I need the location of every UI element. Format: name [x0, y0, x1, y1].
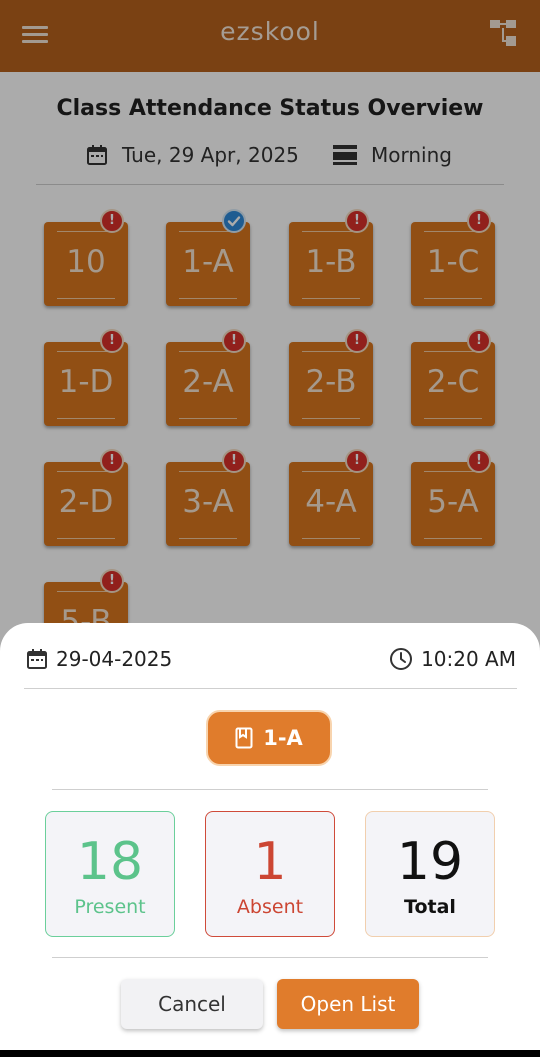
open-list-button[interactable]: Open List: [277, 979, 419, 1029]
sheet-divider-bottom: [52, 957, 488, 958]
calendar-icon: [26, 648, 48, 670]
absent-label: Absent: [236, 896, 304, 918]
class-chip: 1-A: [206, 710, 332, 766]
total-count: 19: [396, 832, 464, 892]
sheet-divider-mid: [52, 789, 488, 790]
sheet-date: 29-04-2025: [26, 647, 172, 671]
present-label: Present: [74, 896, 146, 918]
sheet-divider-top: [24, 688, 517, 689]
sheet-date-text: 29-04-2025: [56, 647, 173, 671]
sheet-time-text: 10:20 AM: [421, 647, 516, 671]
clock-icon: [389, 647, 413, 671]
total-label: Total: [404, 896, 456, 918]
sheet-time: 10:20 AM: [389, 647, 516, 671]
cancel-button[interactable]: Cancel: [121, 979, 263, 1029]
book-icon: [235, 727, 253, 749]
screen: ezskool Class Attendance Status Overview…: [0, 0, 540, 1050]
total-card: 19 Total: [365, 811, 495, 937]
attendance-sheet: 29-04-2025 10:20 AM 1-A 18 Present 1 Abs…: [0, 623, 540, 1050]
present-card: 18 Present: [45, 811, 175, 937]
present-count: 18: [76, 832, 144, 892]
absent-card: 1 Absent: [205, 811, 335, 937]
class-chip-label: 1-A: [263, 726, 303, 750]
absent-count: 1: [253, 832, 287, 892]
